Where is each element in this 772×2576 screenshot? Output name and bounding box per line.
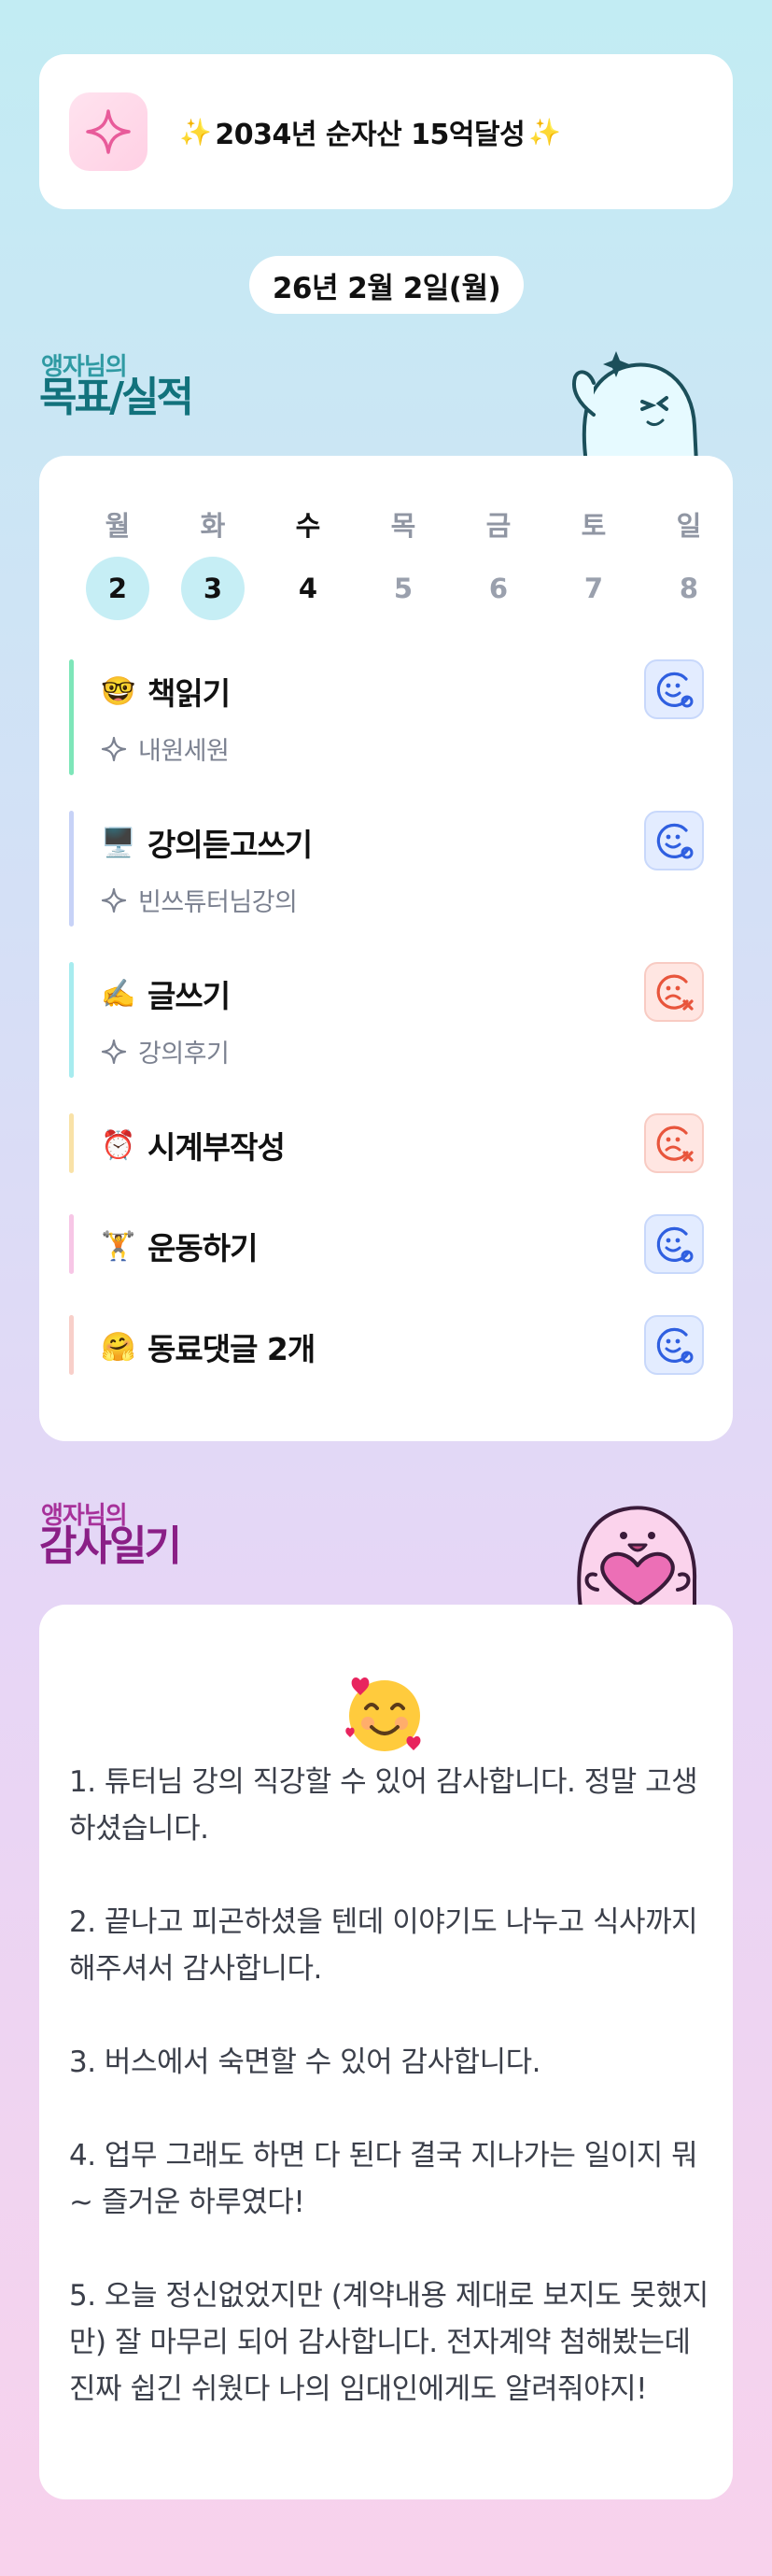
- weekly-goals-card: 월 화 수 목 금 토 일 2 3 4 5 6 7 8 🤓 책읽기 내원세원 🖥…: [39, 456, 733, 1441]
- date-cell-today[interactable]: 4: [276, 557, 340, 620]
- smile-face-icon: [656, 1226, 694, 1263]
- weekday-label: 화: [200, 510, 226, 542]
- date-label[interactable]: 26년 2월 2일(월): [249, 256, 524, 314]
- heart-mascot-icon: [558, 1487, 708, 1612]
- nerd-face-icon: 🤓: [101, 674, 135, 708]
- date-cell[interactable]: 6: [467, 557, 530, 620]
- task-title-row: ⏰ 시계부작성: [101, 1123, 286, 1168]
- weekday-label-today: 수: [295, 510, 321, 542]
- task-subtitle: 강의후기: [138, 1040, 230, 1069]
- smile-face-icon: [656, 1327, 694, 1364]
- task-color-bar: [69, 659, 74, 775]
- sparkle-star-icon: [69, 92, 147, 171]
- task-title: 시계부작성: [147, 1129, 286, 1166]
- status-bad-button[interactable]: [644, 962, 704, 1022]
- task-title: 책읽기: [147, 675, 231, 712]
- task-title: 강의듣고쓰기: [147, 827, 313, 863]
- gratitude-entries: 1. 튜터님 강의 직강할 수 있어 감사합니다. 정말 고생하셨습니다. 2.…: [69, 1759, 713, 2413]
- weekday-label: 월: [105, 510, 131, 542]
- goal-text: 2034년 순자산 15억달성: [215, 119, 526, 151]
- task-title-row: ✍️ 글쓰기: [101, 971, 231, 1016]
- sparkle-outline-icon: [101, 736, 127, 761]
- task-title-row: 🖥️ 강의듣고쓰기: [101, 820, 313, 865]
- desktop-computer-icon: 🖥️: [101, 826, 135, 859]
- sad-face-icon: [656, 1125, 694, 1162]
- goal-text-row: ✨ 2034년 순자산 15억달성 ✨: [175, 111, 565, 152]
- task-subtitle-row: 빈쓰튜터님강의: [101, 882, 298, 918]
- date-cell[interactable]: 7: [562, 557, 625, 620]
- date-cell[interactable]: 5: [372, 557, 435, 620]
- task-color-bar: [69, 811, 74, 927]
- task-subtitle: 내원세원: [138, 737, 230, 766]
- status-good-button[interactable]: [644, 811, 704, 870]
- sparkle-outline-icon: [101, 887, 127, 913]
- status-good-button[interactable]: [644, 1214, 704, 1274]
- sparkle-outline-icon: [101, 1039, 127, 1064]
- weekday-label: 목: [390, 510, 416, 542]
- task-title-row: 🤗 동료댓글 2개: [101, 1324, 316, 1369]
- weekday-label: 금: [485, 510, 512, 542]
- task-color-bar: [69, 1113, 74, 1173]
- gratitude-entry: 5. 오늘 정신없었지만 (계약내용 제대로 보지도 못했지만) 잘 마무리 되…: [69, 2279, 709, 2406]
- smile-face-icon: [656, 823, 694, 859]
- gratitude-entry: 3. 버스에서 숙면할 수 있어 감사합니다.: [69, 2045, 541, 2079]
- date-cell-done[interactable]: 2: [86, 557, 149, 620]
- smiling-face-with-hearts-icon: [338, 1665, 431, 1762]
- task-title: 글쓰기: [147, 978, 231, 1014]
- sad-face-icon: [656, 974, 694, 1011]
- task-color-bar: [69, 1315, 74, 1375]
- task-title: 운동하기: [147, 1230, 258, 1267]
- weightlifter-icon: 🏋️: [101, 1229, 135, 1263]
- ghost-mascot-icon: [556, 336, 706, 467]
- weekday-header-row: 월 화 수 목 금 토 일: [86, 504, 721, 544]
- sparkle-icon: ✨: [528, 116, 561, 148]
- task-item[interactable]: ✍️ 글쓰기 강의후기: [69, 962, 704, 1078]
- task-item[interactable]: 🏋️ 운동하기: [69, 1214, 704, 1274]
- writing-hand-icon: ✍️: [101, 977, 135, 1011]
- status-bad-button[interactable]: [644, 1113, 704, 1173]
- task-title-row: 🏋️ 운동하기: [101, 1224, 258, 1268]
- task-color-bar: [69, 962, 74, 1078]
- alarm-clock-icon: ⏰: [101, 1128, 135, 1162]
- gratitude-entry: 4. 업무 그래도 하면 다 된다 결국 지나가는 일이지 뭐~ 즐거운 하루였…: [69, 2139, 698, 2219]
- gratitude-card[interactable]: 1. 튜터님 강의 직강할 수 있어 감사합니다. 정말 고생하셨습니다. 2.…: [39, 1605, 733, 2499]
- task-subtitle-row: 내원세원: [101, 730, 230, 767]
- goals-section-title: 목표/실적: [39, 374, 194, 421]
- date-cell[interactable]: 8: [657, 557, 721, 620]
- task-color-bar: [69, 1214, 74, 1274]
- task-item[interactable]: ⏰ 시계부작성: [69, 1113, 704, 1173]
- weekday-label: 일: [676, 510, 702, 542]
- goal-card[interactable]: ✨ 2034년 순자산 15억달성 ✨: [39, 54, 733, 209]
- task-item[interactable]: 🤓 책읽기 내원세원: [69, 659, 704, 775]
- task-item[interactable]: 🤗 동료댓글 2개: [69, 1315, 704, 1375]
- status-good-button[interactable]: [644, 1315, 704, 1375]
- week-dates-row: 2 3 4 5 6 7 8: [86, 557, 721, 620]
- sparkle-icon: ✨: [179, 116, 212, 148]
- task-subtitle: 빈쓰튜터님강의: [138, 888, 298, 917]
- task-title: 동료댓글 2개: [147, 1331, 316, 1367]
- task-title-row: 🤓 책읽기: [101, 669, 231, 714]
- task-item[interactable]: 🖥️ 강의듣고쓰기 빈쓰튜터님강의: [69, 811, 704, 927]
- task-subtitle-row: 강의후기: [101, 1033, 230, 1069]
- gratitude-entry: 1. 튜터님 강의 직강할 수 있어 감사합니다. 정말 고생하셨습니다.: [69, 1765, 698, 1846]
- hugging-face-icon: 🤗: [101, 1330, 135, 1364]
- gratitude-entry: 2. 끝나고 피곤하셨을 텐데 이야기도 나누고 식사까지 해주셔서 감사합니다…: [69, 1905, 698, 1986]
- weekday-label: 토: [581, 510, 607, 542]
- gratitude-section-title: 감사일기: [39, 1522, 182, 1570]
- smile-face-icon: [656, 672, 694, 708]
- status-good-button[interactable]: [644, 659, 704, 719]
- date-cell-done[interactable]: 3: [181, 557, 245, 620]
